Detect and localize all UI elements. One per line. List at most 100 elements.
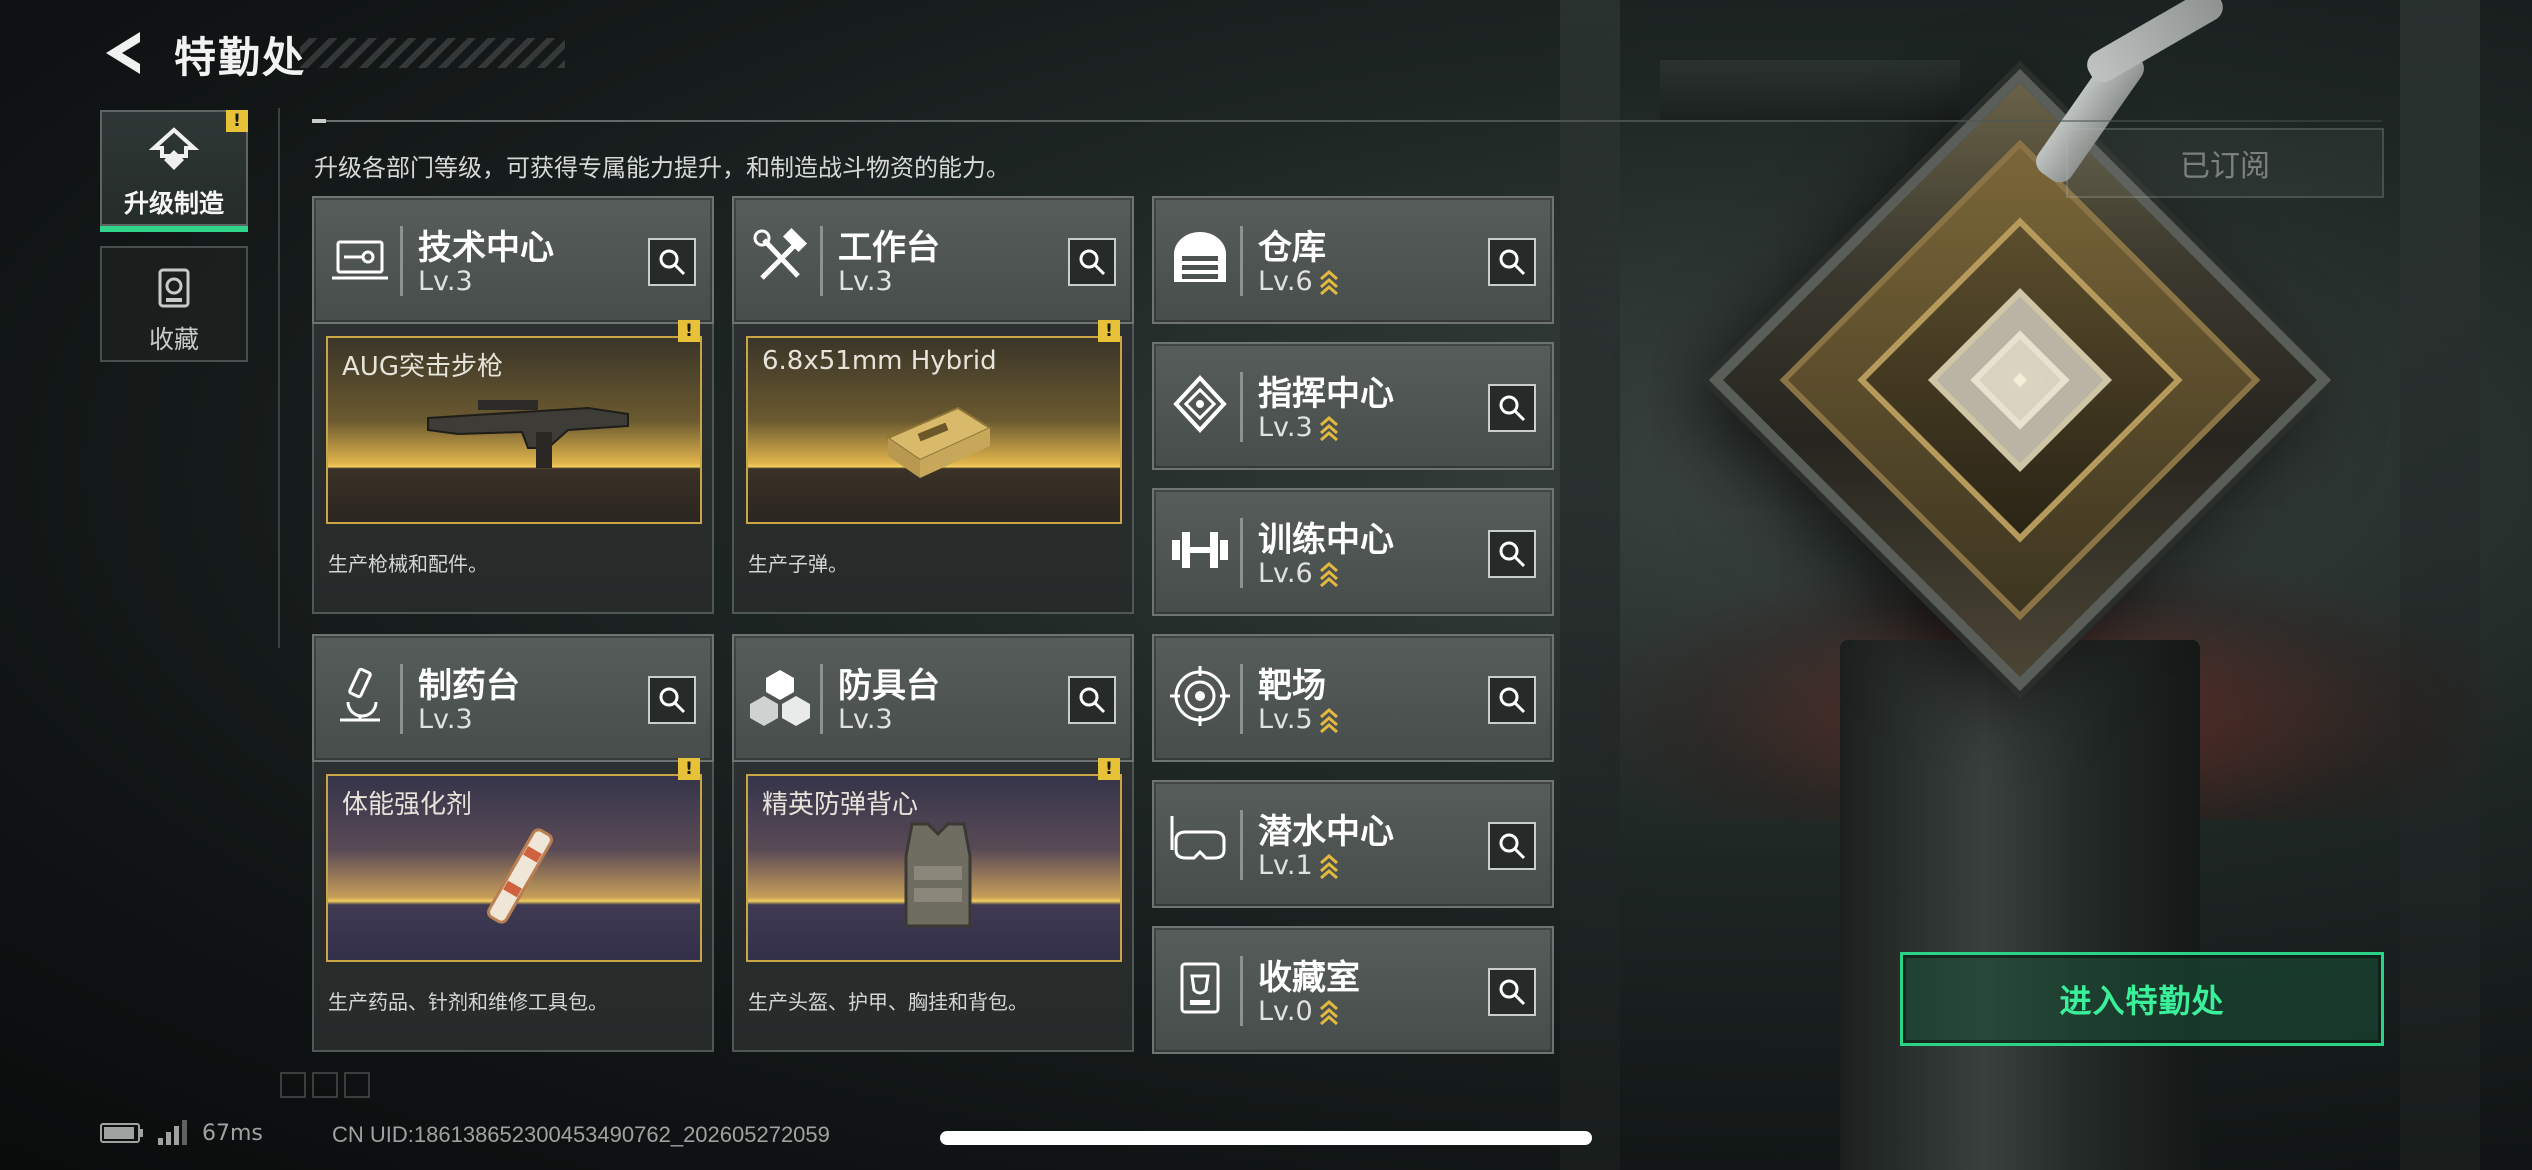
enter-special-ops-button[interactable]: 进入特勤处 [1900, 952, 2384, 1046]
dept-name: 制药台 [418, 666, 520, 706]
upgrade-available-icon [1319, 561, 1338, 587]
tab-label: 收藏 [148, 325, 199, 354]
dept-name: 收藏室 [1258, 958, 1360, 998]
production-panel-tech: AUG突击步枪 ! 生产枪械和配件。 [312, 320, 714, 614]
search-icon [1499, 541, 1526, 568]
subscribed-button[interactable]: 已订阅 [2066, 128, 2384, 198]
back-arrow-icon [106, 32, 140, 74]
dept-level: Lv.0 [1258, 996, 1313, 1027]
search-button[interactable] [1488, 238, 1536, 286]
alert-badge: ! [678, 320, 700, 342]
collection-icon [158, 268, 190, 308]
production-item-card[interactable]: 体能强化剂 [326, 774, 702, 962]
warehouse-icon [1174, 232, 1226, 282]
item-name: 精英防弹背心 [762, 790, 919, 820]
dept-level: Lv.3 [418, 704, 473, 735]
search-icon [1499, 687, 1526, 714]
search-button[interactable] [1488, 530, 1536, 578]
dept-card-workbench[interactable]: 工作台 Lv.3 [732, 196, 1134, 324]
rifle-image [427, 400, 629, 468]
dept-name: 训练中心 [1258, 520, 1394, 560]
back-button[interactable] [100, 28, 144, 78]
upgrade-available-icon [1319, 853, 1338, 879]
dept-name: 靶场 [1258, 666, 1326, 706]
search-icon [1499, 833, 1526, 860]
production-panel-armor: 精英防弹背心 ! 生产头盔、护甲、胸挂和背包。 [732, 758, 1134, 1052]
dept-card-command-center[interactable]: 指挥中心 Lv.3 [1152, 342, 1554, 470]
dept-card-warehouse[interactable]: 仓库 Lv.6 [1152, 196, 1554, 324]
upgrade-icon [148, 127, 200, 170]
tab-collection[interactable]: 收藏 [100, 246, 248, 362]
production-item-card[interactable]: 6.8x51mm Hybrid [746, 336, 1122, 524]
search-button[interactable] [1488, 676, 1536, 724]
dept-name: 工作台 [838, 228, 940, 268]
dept-card-shooting-range[interactable]: 靶场 Lv.5 [1152, 634, 1554, 762]
dept-level: Lv.1 [1258, 850, 1313, 881]
dept-card-training-center[interactable]: 训练中心 Lv.6 [1152, 488, 1554, 616]
dept-level: Lv.3 [1258, 412, 1313, 443]
dumbbell-icon [1172, 532, 1228, 568]
search-button[interactable] [1488, 384, 1536, 432]
tab-upgrade-manufacture[interactable]: 升级制造 ! [100, 110, 248, 232]
divider [278, 108, 280, 648]
dept-name: 防具台 [838, 666, 940, 706]
home-indicator[interactable] [940, 1131, 1592, 1145]
production-panel-workbench: 6.8x51mm Hybrid ! 生产子弹。 [732, 320, 1134, 614]
search-button[interactable] [648, 676, 696, 724]
search-button[interactable] [648, 238, 696, 286]
page-title: 特勤处 [174, 33, 307, 82]
production-item-card[interactable]: 精英防弹背心 [746, 774, 1122, 962]
production-description: 生产枪械和配件。 [328, 552, 488, 576]
alert-badge: ! [226, 110, 248, 132]
alert-badge: ! [678, 758, 700, 780]
alert-badge: ! [1098, 320, 1120, 342]
search-icon [1079, 687, 1106, 714]
microscope-icon [340, 667, 380, 722]
upgrade-available-icon [1319, 415, 1338, 441]
production-item-card[interactable]: AUG突击步枪 [326, 336, 702, 524]
battery-icon [100, 1123, 143, 1143]
dept-level: Lv.5 [1258, 704, 1313, 735]
ammo-box-image [885, 406, 993, 478]
divider [312, 119, 2382, 123]
description-text: 升级各部门等级，可获得专属能力提升，和制造战斗物资的能力。 [314, 154, 1010, 182]
search-icon [659, 249, 686, 276]
search-icon [1499, 249, 1526, 276]
alert-badge: ! [1098, 758, 1120, 780]
dept-name: 仓库 [1258, 228, 1326, 268]
production-panel-pharmacy: 体能强化剂 ! 生产药品、针剂和维修工具包。 [312, 758, 714, 1052]
ping-value: 67ms [202, 1120, 263, 1146]
search-button[interactable] [1488, 822, 1536, 870]
production-description: 生产药品、针剂和维修工具包。 [328, 990, 608, 1014]
signal-icon [158, 1120, 187, 1145]
dept-card-collection-room[interactable]: 收藏室 Lv.0 [1152, 926, 1554, 1054]
vest-image [904, 822, 972, 928]
dept-name: 指挥中心 [1258, 374, 1394, 414]
decoration-squares [280, 1072, 370, 1098]
search-button[interactable] [1488, 968, 1536, 1016]
user-uid: CN UID:18613865230045349076​2_2026052720… [332, 1122, 830, 1147]
cubes-icon [750, 670, 810, 726]
item-name: 体能强化剂 [342, 790, 473, 820]
syringe-image [487, 828, 553, 924]
tech-center-icon [332, 240, 388, 280]
diving-mask-icon [1170, 816, 1226, 860]
dept-card-armor[interactable]: 防具台 Lv.3 [732, 634, 1134, 762]
status-bar: 67ms [100, 1120, 263, 1146]
title-decoration [300, 38, 565, 68]
dept-card-tech-center[interactable]: 技术中心 Lv.3 [312, 196, 714, 324]
search-icon [1499, 395, 1526, 422]
dept-card-diving-center[interactable]: 潜水中心 Lv.1 [1152, 780, 1554, 908]
dept-level: Lv.3 [838, 266, 893, 297]
dept-level: Lv.6 [1258, 558, 1313, 589]
upgrade-available-icon [1319, 269, 1338, 295]
search-button[interactable] [1068, 676, 1116, 724]
dept-level: Lv.6 [1258, 266, 1313, 297]
item-name: 6.8x51mm Hybrid [762, 346, 997, 376]
dept-card-pharmacy[interactable]: 制药台 Lv.3 [312, 634, 714, 762]
dept-name: 潜水中心 [1258, 812, 1394, 852]
search-icon [1499, 979, 1526, 1006]
search-icon [1079, 249, 1106, 276]
search-button[interactable] [1068, 238, 1116, 286]
trophy-icon [1180, 962, 1220, 1014]
